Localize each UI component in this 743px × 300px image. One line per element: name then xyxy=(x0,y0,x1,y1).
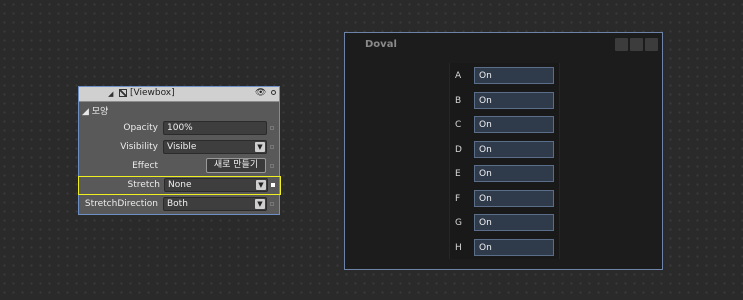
stretch-select[interactable]: None ▼ xyxy=(164,178,268,192)
effect-label: Effect xyxy=(132,161,158,171)
row-visibility: Visibility Visible ▼ xyxy=(79,138,279,156)
property-marker-set[interactable] xyxy=(271,183,275,187)
window-button-icon[interactable] xyxy=(630,38,643,51)
item-value-field[interactable]: On xyxy=(474,67,554,84)
item-key: D xyxy=(455,144,462,155)
property-marker[interactable] xyxy=(270,126,274,130)
doval-window: Doval A On B On C On D On E On F On G On… xyxy=(344,32,663,270)
new-effect-button[interactable]: 새로 만들기 xyxy=(206,158,266,173)
stretch-value: None xyxy=(168,180,192,190)
viewbox-icon xyxy=(119,89,127,97)
list-item: E On xyxy=(450,163,559,183)
item-key: B xyxy=(455,95,462,106)
row-opacity: Opacity 100% xyxy=(79,119,279,137)
item-value-field[interactable]: On xyxy=(474,189,554,207)
stretch-label: Stretch xyxy=(127,180,160,190)
item-value-field[interactable]: On xyxy=(474,140,554,158)
list-item: B On xyxy=(450,90,559,110)
collapse-arrow-icon[interactable]: ◢ xyxy=(108,90,113,98)
list-item: G On xyxy=(450,212,559,232)
item-key: H xyxy=(455,242,462,253)
window-button-icon[interactable] xyxy=(645,38,658,51)
item-key: E xyxy=(455,169,461,179)
pin-circle-icon[interactable] xyxy=(271,90,276,95)
item-key: C xyxy=(455,120,462,130)
opacity-label: Opacity xyxy=(123,123,158,133)
visibility-value: Visible xyxy=(167,142,197,152)
window-title: Doval xyxy=(365,39,397,50)
visibility-select[interactable]: Visible ▼ xyxy=(163,140,267,154)
section-header-shape[interactable]: ◢ 모양 xyxy=(82,104,108,117)
row-effect: Effect 새로 만들기 xyxy=(79,157,279,175)
property-marker[interactable] xyxy=(270,164,274,168)
eye-icon[interactable]: 👁 xyxy=(255,88,266,98)
property-marker[interactable] xyxy=(270,145,274,149)
stretch-direction-value: Both xyxy=(167,199,188,209)
row-stretch: Stretch None ▼ xyxy=(78,176,281,195)
property-panel: ◢ [Viewbox] 👁 ◢ 모양 Opacity 100% Visibili… xyxy=(78,86,281,215)
dropdown-arrow-icon[interactable]: ▼ xyxy=(256,180,266,190)
item-value-field[interactable]: On xyxy=(474,165,554,182)
dropdown-arrow-icon[interactable]: ▼ xyxy=(255,199,265,209)
item-key: A xyxy=(455,71,462,81)
window-button-icon[interactable] xyxy=(615,38,628,51)
item-list: A On B On C On D On E On F On G On H On xyxy=(449,63,560,259)
panel-title: [Viewbox] xyxy=(130,88,175,98)
item-key: F xyxy=(455,193,461,204)
stretch-direction-label: StretchDirection xyxy=(84,199,158,209)
item-value-field[interactable]: On xyxy=(474,116,554,133)
list-item: D On xyxy=(450,139,559,159)
opacity-input[interactable]: 100% xyxy=(163,121,267,135)
stretch-direction-select[interactable]: Both ▼ xyxy=(163,197,267,211)
panel-header: ◢ [Viewbox] 👁 xyxy=(79,87,279,102)
property-marker[interactable] xyxy=(270,202,274,206)
visibility-label: Visibility xyxy=(120,142,158,152)
list-item: H On xyxy=(450,237,559,257)
item-value-field[interactable]: On xyxy=(474,214,554,231)
dropdown-arrow-icon[interactable]: ▼ xyxy=(255,142,265,152)
item-value-field[interactable]: On xyxy=(474,91,554,109)
row-stretch-direction: StretchDirection Both ▼ xyxy=(79,195,279,213)
list-item: F On xyxy=(450,188,559,208)
list-item: C On xyxy=(450,114,559,134)
item-key: G xyxy=(455,218,462,228)
item-value-field[interactable]: On xyxy=(474,238,554,256)
list-item: A On xyxy=(450,65,559,85)
